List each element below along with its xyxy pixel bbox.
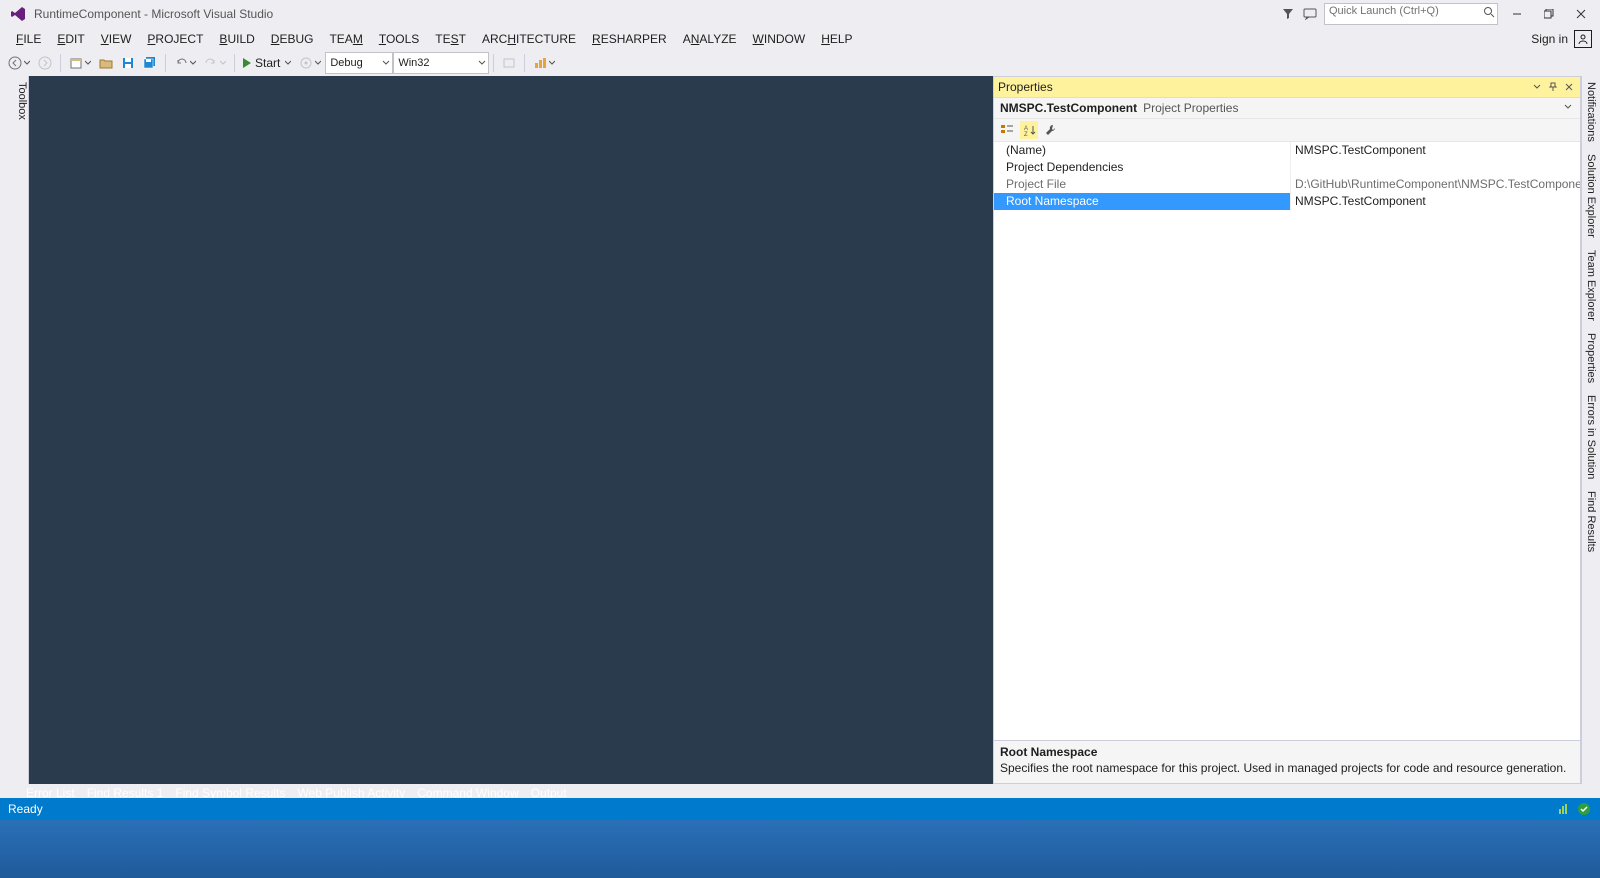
new-project-button[interactable] xyxy=(65,52,95,74)
close-button[interactable] xyxy=(1568,4,1594,24)
editor-area xyxy=(29,76,993,784)
menu-view[interactable]: VIEW xyxy=(93,28,140,50)
find-button[interactable] xyxy=(498,52,520,74)
search-icon xyxy=(1483,6,1495,18)
toolbar-separator xyxy=(234,54,235,72)
sign-in-link[interactable]: Sign in xyxy=(1523,28,1600,50)
quick-launch-input[interactable]: Quick Launch (Ctrl+Q) xyxy=(1324,3,1498,25)
menu-edit[interactable]: EDIT xyxy=(49,28,92,50)
title-bar: RuntimeComponent - Microsoft Visual Stud… xyxy=(0,0,1600,28)
toolbar-separator xyxy=(493,54,494,72)
properties-panel: Properties NMSPC.TestComponent Project P… xyxy=(993,76,1581,784)
property-name: Project File xyxy=(994,176,1291,193)
toolbar-separator xyxy=(165,54,166,72)
menu-build[interactable]: BUILD xyxy=(211,28,262,50)
property-row[interactable]: Root NamespaceNMSPC.TestComponent xyxy=(994,193,1580,210)
property-value[interactable] xyxy=(1291,159,1580,176)
menu-architecture[interactable]: ARCHITECTURE xyxy=(474,28,584,50)
menu-project[interactable]: PROJECT xyxy=(139,28,211,50)
property-name: (Name) xyxy=(994,142,1291,159)
restore-button[interactable] xyxy=(1536,4,1562,24)
toolbar-separator xyxy=(524,54,525,72)
property-value[interactable]: NMSPC.TestComponent xyxy=(1291,142,1580,159)
menu-analyze[interactable]: ANALYZE xyxy=(675,28,745,50)
menu-resharper[interactable]: RESHARPER xyxy=(584,28,675,50)
menu-test[interactable]: TEST xyxy=(427,28,474,50)
save-button[interactable] xyxy=(117,52,139,74)
properties-grid: (Name)NMSPC.TestComponentProject Depende… xyxy=(994,142,1580,740)
chevron-down-icon xyxy=(382,59,390,67)
description-title: Root Namespace xyxy=(1000,745,1574,759)
toolbox-tab[interactable]: Toolbox xyxy=(10,76,29,784)
menu-window[interactable]: WINDOW xyxy=(745,28,814,50)
dock-tab[interactable]: Properties xyxy=(1585,327,1597,389)
vs-logo-icon xyxy=(10,6,26,22)
properties-object-selector[interactable]: NMSPC.TestComponent Project Properties xyxy=(994,98,1580,119)
menu-tools[interactable]: TOOLS xyxy=(371,28,427,50)
menu-help[interactable]: HELP xyxy=(813,28,860,50)
property-row[interactable]: Project FileD:\GitHub\RuntimeComponent\N… xyxy=(994,176,1580,193)
panel-menu-button[interactable] xyxy=(1530,80,1544,94)
property-value[interactable]: D:\GitHub\RuntimeComponent\NMSPC.TestCom… xyxy=(1291,176,1580,193)
menu-file[interactable]: FILE xyxy=(8,28,49,50)
panel-title: Properties xyxy=(998,80,1053,94)
pin-icon[interactable] xyxy=(1546,80,1560,94)
windows-taskbar[interactable] xyxy=(0,820,1600,878)
resharper-button[interactable] xyxy=(529,52,559,74)
platform-dropdown[interactable]: Win32 xyxy=(393,52,489,74)
menu-team[interactable]: TEAM xyxy=(321,28,370,50)
debug-target-button[interactable] xyxy=(295,52,325,74)
main-area: Toolbox Properties NMSPC.TestComponent P… xyxy=(0,76,1600,784)
start-debug-button[interactable]: Start xyxy=(239,52,295,74)
dock-tab[interactable]: Errors in Solution xyxy=(1585,389,1597,485)
user-icon xyxy=(1574,30,1592,48)
svg-text:Z: Z xyxy=(1024,132,1028,137)
quick-launch-placeholder: Quick Launch (Ctrl+Q) xyxy=(1329,5,1439,17)
chevron-down-icon xyxy=(478,59,486,67)
property-description: Root Namespace Specifies the root namesp… xyxy=(994,740,1580,783)
wrench-icon[interactable] xyxy=(1042,121,1060,139)
status-text: Ready xyxy=(8,802,43,816)
property-name: Root Namespace xyxy=(994,193,1291,210)
window-title: RuntimeComponent - Microsoft Visual Stud… xyxy=(34,7,273,21)
resharper-status-icon[interactable] xyxy=(1556,801,1572,817)
dock-tab[interactable]: Solution Explorer xyxy=(1585,148,1597,244)
property-row[interactable]: Project Dependencies xyxy=(994,159,1580,176)
alphabetical-icon[interactable]: AZ xyxy=(1020,121,1038,139)
properties-panel-header[interactable]: Properties xyxy=(994,77,1580,98)
object-type: Project Properties xyxy=(1143,101,1238,115)
nav-forward-button[interactable] xyxy=(34,52,56,74)
config-dropdown[interactable]: Debug xyxy=(325,52,393,74)
property-name: Project Dependencies xyxy=(994,159,1291,176)
filter-icon[interactable] xyxy=(1280,6,1296,22)
object-name: NMSPC.TestComponent xyxy=(1000,101,1137,115)
right-dock-tabs: NotificationsSolution ExplorerTeam Explo… xyxy=(1581,76,1600,784)
description-text: Specifies the root namespace for this pr… xyxy=(1000,761,1574,775)
open-file-button[interactable] xyxy=(95,52,117,74)
panel-close-button[interactable] xyxy=(1562,80,1576,94)
dock-tab[interactable]: Find Results xyxy=(1585,485,1597,558)
nav-back-button[interactable] xyxy=(4,52,34,74)
check-icon[interactable] xyxy=(1576,801,1592,817)
play-icon xyxy=(243,58,251,68)
toolbar-separator xyxy=(60,54,61,72)
undo-button[interactable] xyxy=(170,52,200,74)
save-all-button[interactable] xyxy=(139,52,161,74)
main-toolbar: Start Debug Win32 xyxy=(0,50,1600,77)
left-gutter xyxy=(0,76,10,784)
chevron-down-icon xyxy=(1564,103,1574,113)
property-row[interactable]: (Name)NMSPC.TestComponent xyxy=(994,142,1580,159)
property-value[interactable]: NMSPC.TestComponent xyxy=(1291,193,1580,210)
menu-bar: FILE EDIT VIEW PROJECT BUILD DEBUG TEAM … xyxy=(0,28,1600,50)
redo-button[interactable] xyxy=(200,52,230,74)
categorize-icon[interactable] xyxy=(998,121,1016,139)
minimize-button[interactable] xyxy=(1504,4,1530,24)
dock-tab[interactable]: Notifications xyxy=(1585,76,1597,148)
dock-tab[interactable]: Team Explorer xyxy=(1585,244,1597,327)
properties-toolbar: AZ xyxy=(994,119,1580,142)
status-bar: Ready xyxy=(0,798,1600,820)
menu-debug[interactable]: DEBUG xyxy=(263,28,322,50)
feedback-icon[interactable] xyxy=(1302,6,1318,22)
